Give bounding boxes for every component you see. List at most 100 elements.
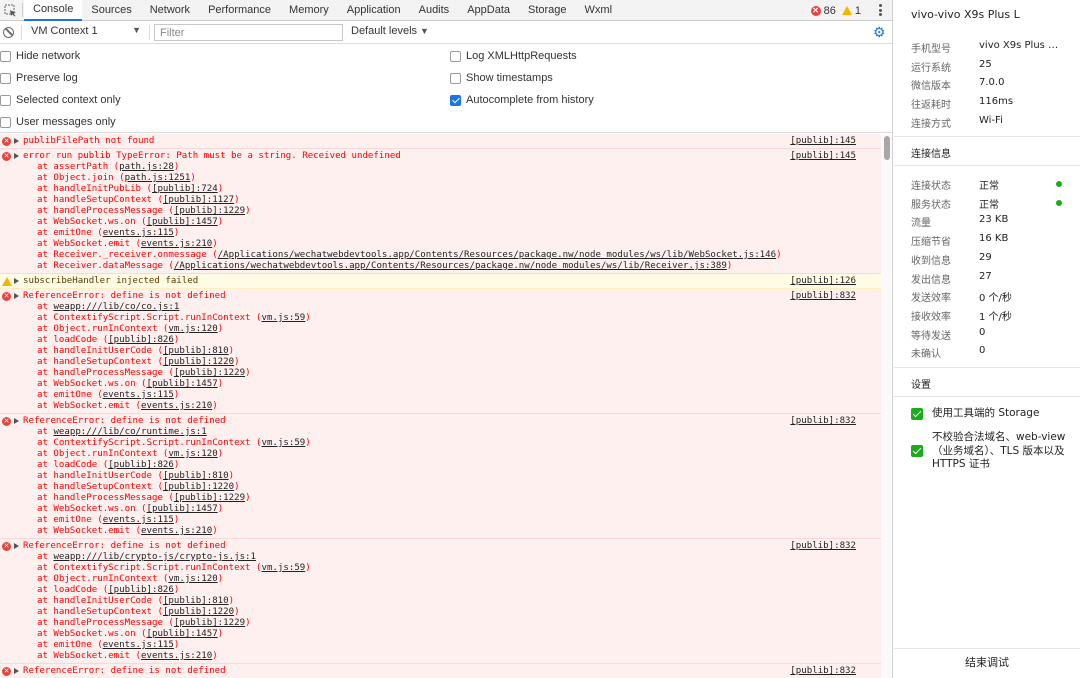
expand-triangle-icon[interactable] — [14, 278, 19, 284]
user-messages-option[interactable]: User messages only — [0, 111, 116, 133]
stack-frame-close: ) — [173, 162, 180, 172]
stack-frame-link[interactable]: [publib]:1229 — [174, 618, 245, 628]
selected-context-option[interactable]: Selected context only — [0, 89, 121, 111]
stack-frame-link[interactable]: weapp:///lib/co/co.js:1 — [53, 302, 179, 312]
expand-triangle-icon[interactable] — [14, 418, 19, 424]
stack-frame-link[interactable]: [publib]:810 — [163, 596, 229, 606]
stop-debug-button[interactable]: 结束调试 — [894, 648, 1080, 678]
tab-sources[interactable]: Sources — [82, 0, 140, 21]
stack-frame-link[interactable]: path.js:1251 — [125, 173, 191, 183]
stack-frame-link[interactable]: events.js:210 — [141, 401, 212, 411]
stack-frame-link[interactable]: events.js:210 — [141, 239, 212, 249]
domain-check-checkbox[interactable] — [911, 445, 923, 457]
stack-frame-link[interactable]: vm.js:59 — [261, 438, 305, 448]
stack-frame-link[interactable]: [publib]:1229 — [174, 206, 245, 216]
stack-frame-link[interactable]: [publib]:826 — [108, 335, 174, 345]
scrollbar-thumb[interactable] — [884, 136, 890, 160]
stack-frame-link[interactable]: [publib]:1229 — [174, 493, 245, 503]
stack-frame-link[interactable]: [publib]:1457 — [147, 629, 218, 639]
expand-triangle-icon[interactable] — [14, 153, 19, 159]
issue-counts[interactable]: ✕ 86 1 — [810, 0, 861, 21]
stack-frame-link[interactable]: [publib]:826 — [108, 585, 174, 595]
gear-icon[interactable]: ⚙ — [873, 25, 886, 39]
storage-setting-checkbox[interactable] — [911, 408, 923, 420]
stack-frame-link[interactable]: vm.js:120 — [168, 449, 217, 459]
autocomplete-option[interactable]: Autocomplete from history — [450, 89, 594, 111]
stack-frame-link[interactable]: /Applications/wechatwebdevtools.app/Cont… — [218, 250, 776, 260]
stack-frame-link[interactable]: [publib]:1220 — [163, 482, 234, 492]
stack-frame-link[interactable]: path.js:28 — [119, 162, 174, 172]
source-link[interactable]: [publib]:832 — [790, 541, 856, 552]
stack-frame-link[interactable]: [publib]:1220 — [163, 357, 234, 367]
tab-memory[interactable]: Memory — [280, 0, 338, 21]
filter-input[interactable] — [154, 24, 343, 41]
tab-audits[interactable]: Audits — [410, 0, 459, 21]
log-xhr-option[interactable]: Log XMLHttpRequests — [450, 45, 577, 67]
expand-triangle-icon[interactable] — [14, 138, 19, 144]
stack-frame-link[interactable]: events.js:210 — [141, 526, 212, 536]
expand-triangle-icon[interactable] — [14, 293, 19, 299]
source-link[interactable]: [publib]:832 — [790, 416, 856, 427]
source-link[interactable]: [publib]:832 — [790, 291, 856, 302]
domain-check-setting[interactable]: 不校验合法域名、web-view（业务域名）、TLS 版本以及 HTTPS 证书 — [911, 431, 1071, 473]
autocomplete-checkbox[interactable] — [450, 94, 461, 106]
stack-frame-link[interactable]: [publib]:1457 — [147, 379, 218, 389]
more-options-icon[interactable] — [875, 3, 885, 17]
stack-frame-link[interactable]: vm.js:120 — [168, 324, 217, 334]
source-link[interactable]: [publib]:145 — [790, 136, 856, 147]
stack-frame-link[interactable]: weapp:///lib/crypto-js/crypto-js.js:1 — [53, 552, 256, 562]
log-levels-select[interactable]: Default levels ▼ — [351, 25, 429, 37]
stack-frame-text: at emitOne ( — [37, 640, 103, 650]
stack-frame-link[interactable]: vm.js:59 — [261, 563, 305, 573]
stack-frame-link[interactable]: events.js:115 — [103, 515, 174, 525]
info-label: 未确认 — [911, 349, 941, 361]
tab-application[interactable]: Application — [338, 0, 410, 21]
stack-frame-link[interactable]: weapp:///lib/co/runtime.js:1 — [53, 427, 206, 437]
tab-storage[interactable]: Storage — [519, 0, 576, 21]
inspect-element-icon[interactable] — [0, 0, 21, 20]
stack-frame-link[interactable]: [publib]:1229 — [174, 368, 245, 378]
show-timestamps-checkbox[interactable] — [450, 72, 461, 84]
tab-network[interactable]: Network — [141, 0, 199, 21]
expand-triangle-icon[interactable] — [14, 668, 19, 674]
show-timestamps-option[interactable]: Show timestamps — [450, 67, 553, 89]
stack-frame-link[interactable]: vm.js:59 — [261, 313, 305, 323]
info-label: 连接状态 — [911, 181, 951, 192]
context-select[interactable]: VM Context 1 ▼ — [31, 25, 143, 40]
preserve-log-checkbox[interactable] — [0, 72, 11, 84]
preserve-log-option[interactable]: Preserve log — [0, 67, 78, 89]
stack-frame-link[interactable]: [publib]:1127 — [163, 195, 234, 205]
stack-frame-link[interactable]: [publib]:810 — [163, 346, 229, 356]
console-scrollbar[interactable] — [881, 134, 892, 678]
selected-context-checkbox[interactable] — [0, 94, 11, 106]
clear-console-icon[interactable] — [3, 27, 14, 38]
source-link[interactable]: [publib]:145 — [790, 151, 856, 162]
tab-wxml[interactable]: Wxml — [576, 0, 622, 21]
stack-frame-text: at loadCode ( — [37, 460, 109, 470]
user-messages-checkbox[interactable] — [0, 116, 11, 128]
stack-frame-close: ) — [217, 184, 224, 194]
stack-frame: at handleProcessMessage ([publib]:1229) — [23, 493, 791, 504]
tab-performance[interactable]: Performance — [199, 0, 280, 21]
stack-frame-link[interactable]: [publib]:724 — [152, 184, 218, 194]
storage-setting[interactable]: 使用工具端的 Storage — [911, 407, 1071, 423]
expand-triangle-icon[interactable] — [14, 543, 19, 549]
stack-frame-link[interactable]: [publib]:810 — [163, 471, 229, 481]
stack-frame-link[interactable]: [publib]:1457 — [147, 217, 218, 227]
hide-network-option[interactable]: Hide network — [0, 45, 80, 67]
source-link[interactable]: [publib]:832 — [790, 666, 856, 677]
stack-frame-link[interactable]: events.js:115 — [103, 640, 174, 650]
stack-frame-link[interactable]: [publib]:1220 — [163, 607, 234, 617]
stack-frame-link[interactable]: events.js:210 — [141, 651, 212, 661]
stack-frame-link[interactable]: [publib]:826 — [108, 460, 174, 470]
hide-network-checkbox[interactable] — [0, 50, 11, 62]
tab-console[interactable]: Console — [24, 0, 83, 21]
stack-frame-link[interactable]: [publib]:1457 — [147, 504, 218, 514]
stack-frame-link[interactable]: events.js:115 — [103, 390, 174, 400]
stack-frame-link[interactable]: vm.js:120 — [168, 574, 217, 584]
tab-appdata[interactable]: AppData — [458, 0, 519, 21]
stack-frame-link[interactable]: events.js:115 — [103, 228, 174, 238]
stack-frame-link[interactable]: /Applications/wechatwebdevtools.app/Cont… — [174, 261, 727, 271]
source-link[interactable]: [publib]:126 — [790, 276, 856, 287]
log-xhr-checkbox[interactable] — [450, 50, 461, 62]
